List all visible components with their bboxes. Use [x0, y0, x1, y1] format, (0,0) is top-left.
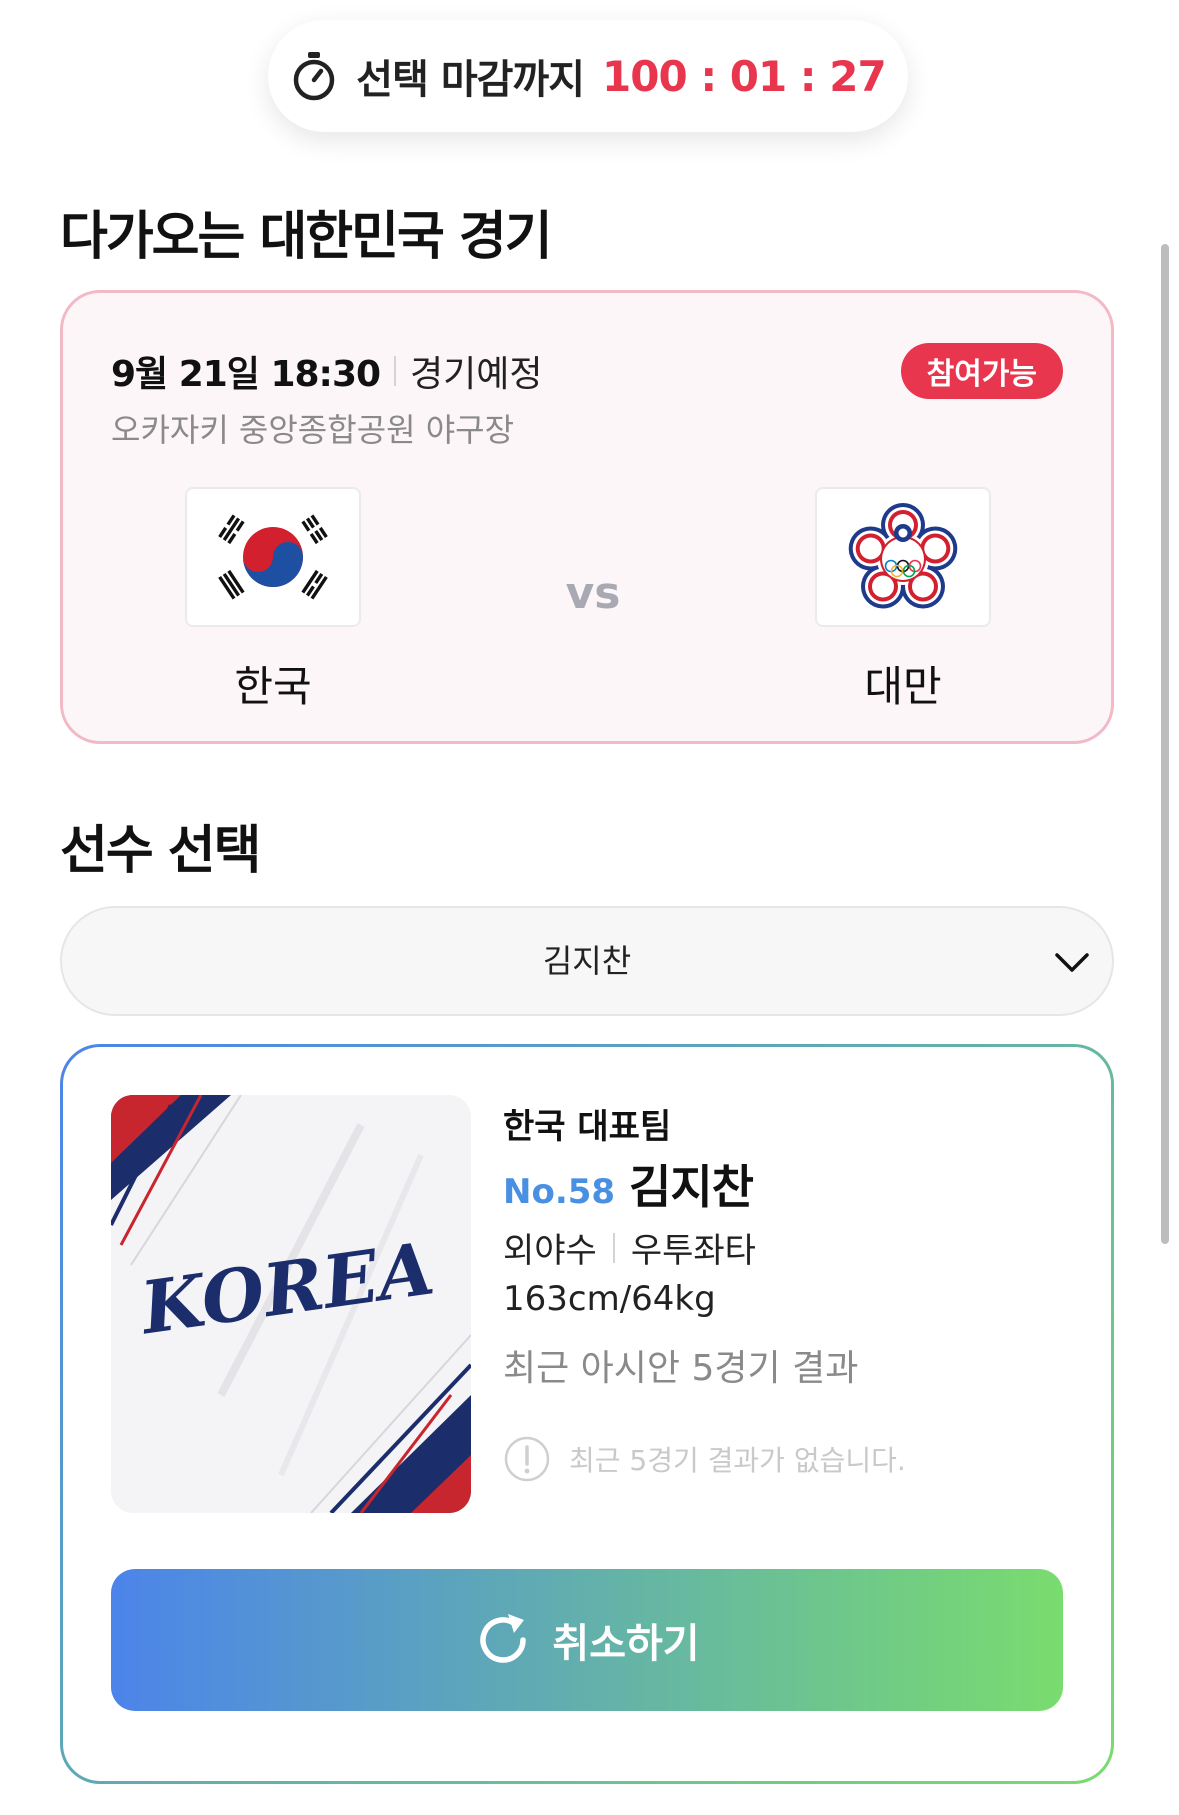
player-select-title: 선수 선택 [60, 821, 261, 881]
player-select-dropdown[interactable]: 김지찬 [60, 906, 1114, 1016]
vs-label: vs [565, 568, 621, 619]
match-date-time: 9월 21일 18:30 [111, 354, 381, 395]
divider [394, 356, 397, 386]
away-team-name: 대만 [864, 662, 942, 711]
deadline-timer: 선택 마감까지 100 : 01 : 27 [268, 20, 908, 132]
cancel-button-label: 취소하기 [552, 1622, 700, 1666]
timer-label: 선택 마감까지 [356, 57, 585, 103]
match-datetime: 9월 21일 18:30 경기예정 [111, 345, 543, 397]
player-position-row: 외야수 우투좌타 [503, 1223, 756, 1272]
match-status: 경기예정 [410, 354, 543, 395]
home-team-name: 한국 [234, 662, 312, 711]
selected-player: 김지찬 [542, 942, 632, 980]
chinese-taipei-flag [815, 487, 991, 627]
divider [612, 1232, 615, 1263]
korea-flag [185, 487, 361, 627]
timer-countdown: 100 : 01 : 27 [602, 51, 887, 101]
chevron-down-icon [1055, 953, 1089, 972]
stopwatch-icon [294, 52, 335, 101]
player-height-weight: 163cm/64kg [503, 1279, 716, 1319]
scrollbar[interactable] [1161, 244, 1169, 1244]
player-bat-throw: 우투좌타 [630, 1231, 756, 1271]
exclamation-icon [504, 1436, 550, 1482]
player-photo: KOREA [111, 1095, 471, 1513]
player-number-name: No.58 김지찬 [503, 1151, 754, 1217]
player-number: No.58 [503, 1172, 616, 1212]
player-card: KOREA 한국 대표팀 No.58 김지찬 외야수 우투좌타 163cm/64… [60, 1044, 1114, 1784]
participation-badge: 참여가능 [900, 343, 1063, 399]
upcoming-match-title: 다가오는 대한민국 경기 [60, 207, 553, 267]
recent-games-title: 최근 아시안 5경기 결과 [503, 1348, 859, 1389]
no-results-message: 최근 5경기 결과가 없습니다. [503, 1435, 906, 1483]
match-card[interactable]: 9월 21일 18:30 경기예정 오카자키 중앙종합공원 야구장 참여가능 한… [60, 290, 1114, 744]
player-team: 한국 대표팀 [503, 1107, 672, 1147]
match-venue: 오카자키 중앙종합공원 야구장 [111, 411, 515, 449]
player-position: 외야수 [503, 1231, 597, 1271]
no-results-text: 최근 5경기 결과가 없습니다. [569, 1444, 906, 1477]
refresh-icon [480, 1614, 527, 1663]
cancel-button[interactable]: 취소하기 [111, 1569, 1063, 1711]
player-name: 김지찬 [629, 1160, 754, 1214]
